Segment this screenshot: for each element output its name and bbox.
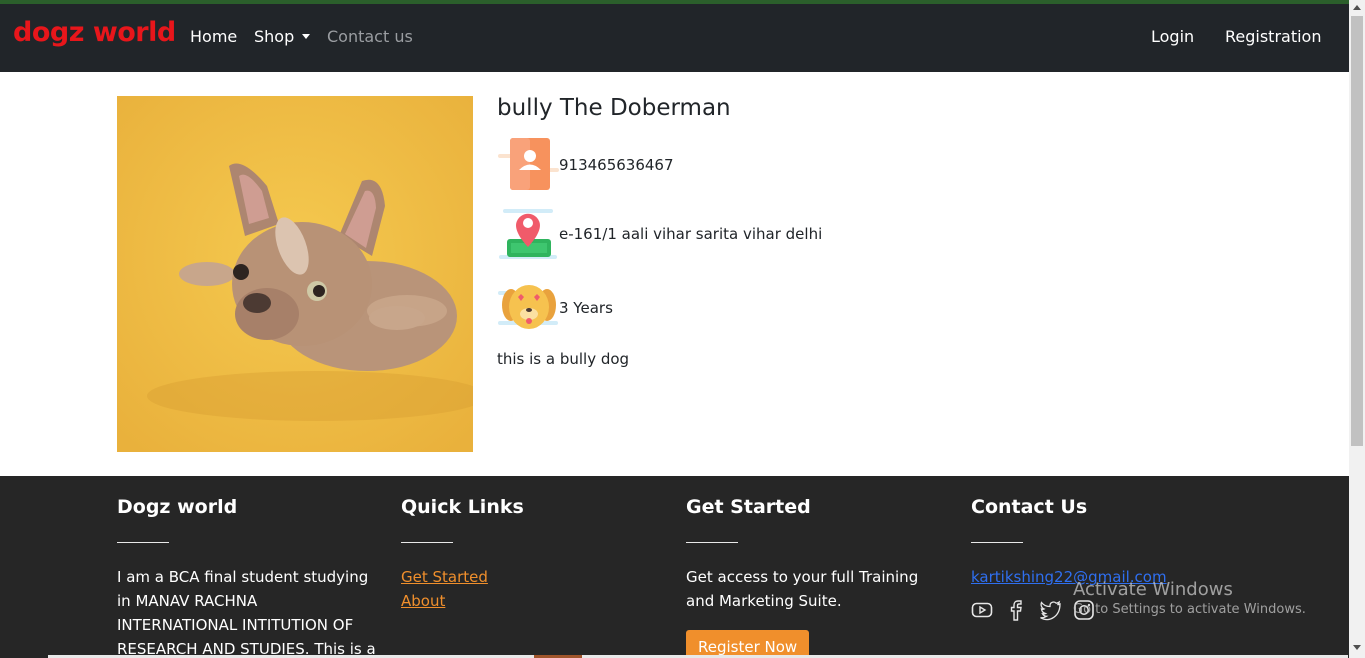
dog-face-icon [497, 277, 559, 339]
caret-down-icon [302, 34, 311, 39]
dog-illustration [117, 96, 473, 452]
register-now-button[interactable]: Register Now [686, 630, 810, 658]
scroll-up-arrow-icon[interactable] [1353, 5, 1361, 10]
pet-title: bully The Doberman [497, 95, 731, 121]
divider [686, 542, 738, 543]
phone-row: 913465636467 [497, 134, 674, 196]
nav-contact[interactable]: Contact us [327, 27, 413, 46]
nav-registration[interactable]: Registration [1225, 27, 1321, 46]
facebook-icon[interactable] [1005, 599, 1027, 621]
scrollbar[interactable] [1349, 0, 1365, 658]
pet-phone: 913465636467 [559, 156, 674, 174]
activation-subtitle: Go to Settings to activate Windows. [1073, 602, 1306, 617]
footer-about: Dogz world I am a BCA final student stud… [117, 496, 377, 658]
pet-age: 3 Years [559, 299, 613, 317]
brand-logo[interactable]: dogz world [13, 17, 176, 48]
link-about[interactable]: About [401, 589, 661, 613]
footer-get-started: Get Started Get access to your full Trai… [686, 496, 946, 658]
divider [117, 542, 169, 543]
nav-shop-dropdown[interactable]: Shop [254, 27, 311, 46]
divider [401, 542, 453, 543]
pet-description: this is a bully dog [497, 350, 630, 368]
age-row: 3 Years [497, 277, 613, 339]
scroll-thumb[interactable] [1351, 16, 1363, 446]
windows-activation-watermark: Activate Windows Go to Settings to activ… [1073, 579, 1306, 617]
footer-contact-title: Contact Us [971, 496, 1088, 518]
scroll-down-arrow-icon[interactable] [1353, 645, 1361, 650]
divider [971, 542, 1023, 543]
footer-about-text: I am a BCA final student studying in MAN… [117, 568, 376, 658]
footer-get-started-text: Get access to your full Training and Mar… [686, 568, 919, 610]
footer-quick-links-title: Quick Links [401, 496, 524, 518]
footer-get-started-title: Get Started [686, 496, 811, 518]
twitter-icon[interactable] [1039, 599, 1061, 621]
nav-shop-label: Shop [254, 27, 295, 46]
nav-login[interactable]: Login [1151, 27, 1194, 46]
footer: Dogz world I am a BCA final student stud… [0, 476, 1349, 658]
navbar: dogz world Home Shop Contact us Login Re… [0, 4, 1349, 72]
footer-quick-links: Quick Links Get Started About [401, 496, 661, 613]
youtube-icon[interactable] [971, 599, 993, 621]
pet-photo [117, 96, 473, 452]
address-row: e-161/1 aali vihar sarita vihar delhi [497, 203, 822, 265]
contact-card-icon [497, 134, 559, 196]
activation-title: Activate Windows [1073, 579, 1233, 600]
link-get-started[interactable]: Get Started [401, 565, 661, 589]
pet-address: e-161/1 aali vihar sarita vihar delhi [559, 225, 823, 243]
nav-home[interactable]: Home [190, 27, 237, 46]
location-pin-icon [497, 203, 559, 265]
footer-about-title: Dogz world [117, 496, 238, 518]
